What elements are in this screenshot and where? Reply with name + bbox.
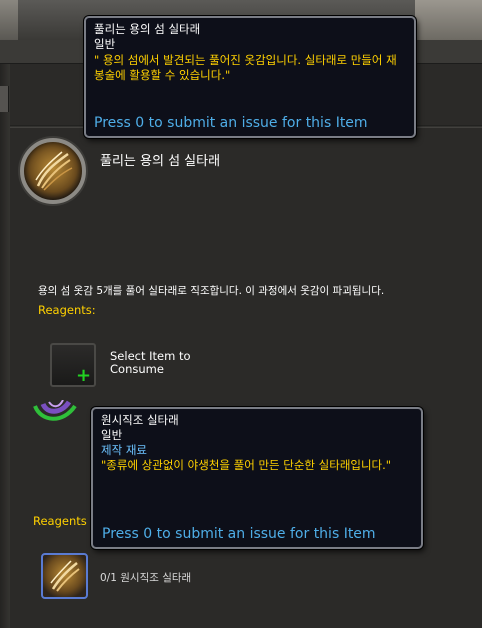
consume-item-slot[interactable]: + bbox=[50, 343, 96, 387]
reagent-quantity: 0/1 bbox=[100, 572, 117, 584]
recipe-name: 풀리는 용의 섬 실타래 bbox=[100, 154, 221, 169]
frame-corner-right bbox=[415, 0, 482, 40]
item-tooltip: 풀리는 용의 섬 실타래 일반 " 용의 섬에서 발견되는 풀어진 옷감입니다.… bbox=[84, 16, 416, 138]
reagents-label: Reagents: bbox=[38, 303, 96, 317]
tooltip-item-name: 원시직조 실타래 bbox=[101, 413, 179, 427]
primal-thread-icon[interactable] bbox=[41, 553, 88, 599]
frame-corner-left bbox=[0, 0, 18, 40]
side-tab[interactable] bbox=[0, 86, 9, 112]
tooltip-item-description: " 용의 섬에서 발견되는 풀어진 옷감입니다. 실타래로 만들어 재봉술에 활… bbox=[94, 53, 397, 82]
reagent-tooltip: 원시직조 실타래 일반 제작 재료 "종류에 상관없이 야생천을 풀어 만든 단… bbox=[91, 407, 423, 549]
tooltip-item-description: "종류에 상관없이 야생천을 풀어 만든 단순한 실타래입니다." bbox=[101, 458, 392, 472]
reagents-label-secondary: Reagents bbox=[33, 514, 87, 528]
tooltip-item-name: 풀리는 용의 섬 실타래 bbox=[94, 22, 201, 36]
unraveled-thread-icon[interactable] bbox=[20, 138, 86, 204]
recipe-description: 용의 섬 옷감 5개를 풀어 실타래로 직조합니다. 이 과정에서 옷감이 파괴… bbox=[38, 285, 385, 297]
tooltip-item-quality: 일반 bbox=[101, 428, 123, 442]
consume-slot-label: Select Item to Consume bbox=[110, 349, 191, 376]
left-rail bbox=[0, 64, 10, 628]
tooltip-issue-hint: Press 0 to submit an issue for this Item bbox=[94, 115, 368, 131]
plus-icon: + bbox=[76, 365, 92, 386]
reagent-count: 0/1 원시직조 실타래 bbox=[100, 570, 191, 585]
reagent-name: 원시직조 실타래 bbox=[120, 572, 192, 584]
tooltip-issue-hint: Press 0 to submit an issue for this Item bbox=[102, 526, 376, 542]
tooltip-item-quality: 일반 bbox=[94, 37, 116, 51]
swirl-icon[interactable] bbox=[33, 400, 79, 426]
tooltip-item-type: 제작 재료 bbox=[101, 443, 147, 457]
